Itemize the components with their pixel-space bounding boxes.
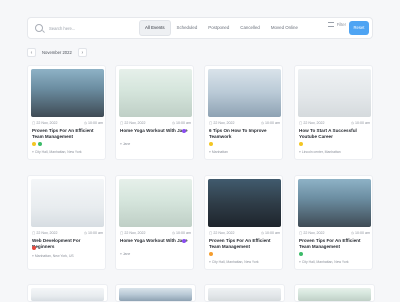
event-location: City Hall, Manhattan, New York	[299, 260, 349, 264]
event-date: 22 Nov, 2022	[120, 121, 145, 125]
tab-moved-online[interactable]: Moved Online	[266, 21, 303, 35]
event-image	[119, 179, 192, 227]
event-title: Proven Tips For An Efficient Team Manage…	[299, 238, 361, 249]
event-card[interactable]	[204, 284, 285, 302]
event-time: 10:00 am	[351, 121, 370, 125]
event-date: 22 Nov, 2022	[120, 231, 145, 235]
event-time: 10:00 am	[261, 121, 280, 125]
event-time: 10:00 am	[172, 121, 191, 125]
event-title: Proven Tips For An Efficient Team Manage…	[209, 238, 271, 249]
event-tags	[299, 252, 305, 256]
event-location: City Hall, Manhattan, New York	[32, 150, 82, 154]
event-location: Jane	[120, 142, 130, 146]
date-navigation: ‹ November 2022 ›	[27, 47, 87, 57]
event-tags	[209, 142, 215, 146]
event-card[interactable]: 22 Nov, 2022 10:00 am 6 Tips On How To I…	[204, 65, 283, 160]
tag-dot	[299, 142, 303, 146]
event-title: Home Yoga Workout With Jane	[120, 238, 188, 243]
event-meta: 22 Nov, 2022 10:00 am	[32, 121, 103, 125]
event-card[interactable]: 22 Nov, 2022 10:00 am Proven Tips For An…	[27, 65, 106, 160]
tab-cancelled[interactable]: Cancelled	[235, 21, 265, 35]
filter-button[interactable]: Filter	[327, 22, 346, 27]
next-month-button[interactable]: ›	[77, 47, 87, 57]
event-card[interactable]	[294, 284, 375, 302]
search-input[interactable]: Search here...	[49, 26, 75, 31]
tab-postponed[interactable]: Postponed	[203, 21, 234, 35]
event-meta: 22 Nov, 2022 10:00 am	[299, 121, 370, 125]
event-meta: 22 Nov, 2022 10:00 am	[209, 231, 280, 235]
event-card[interactable]	[27, 284, 108, 302]
event-meta: 22 Nov, 2022 10:00 am	[120, 231, 191, 235]
event-time: 10:00 am	[261, 231, 280, 235]
event-location: Jane	[120, 252, 130, 256]
tab-all-events[interactable]: All Events	[139, 20, 171, 36]
event-location: Manhattan	[209, 150, 228, 154]
event-image	[298, 179, 371, 227]
event-location: City Hall, Manhattan, New York	[209, 260, 259, 264]
event-date: 22 Nov, 2022	[209, 231, 234, 235]
event-tags	[209, 252, 215, 256]
tag-dot	[32, 142, 36, 146]
event-time: 10:00 am	[172, 231, 191, 235]
event-title: How To Start A Successful Youtube Career	[299, 128, 357, 139]
event-tags	[32, 142, 44, 146]
event-date: 22 Nov, 2022	[299, 121, 324, 125]
event-date: 22 Nov, 2022	[299, 231, 324, 235]
event-card[interactable]: 22 Nov, 2022 10:00 am How To Start A Suc…	[294, 65, 373, 160]
tag-dot	[209, 252, 213, 256]
search-box[interactable]: Search here...	[28, 24, 125, 32]
event-tags	[299, 142, 305, 146]
event-title: 6 Tips On How To Improve Teamwork	[209, 128, 267, 139]
event-time: 10:00 am	[84, 231, 103, 235]
event-tags	[182, 239, 188, 243]
tab-scheduled[interactable]: Scheduled	[172, 21, 203, 35]
event-title: Home Yoga Workout With Jane	[120, 128, 188, 133]
event-card[interactable]: 22 Nov, 2022 10:00 am Home Yoga Workout …	[115, 65, 194, 160]
event-card[interactable]	[115, 284, 196, 302]
event-meta: 22 Nov, 2022 10:00 am	[299, 231, 370, 235]
event-card[interactable]: 22 Nov, 2022 10:00 am Proven Tips For An…	[204, 175, 283, 270]
tag-dot	[182, 129, 186, 133]
event-meta: 22 Nov, 2022 10:00 am	[209, 121, 280, 125]
event-tags	[182, 129, 188, 133]
tag-dot	[38, 142, 42, 146]
event-tags	[32, 246, 38, 250]
toolbar: Search here... All Events Scheduled Post…	[27, 17, 373, 39]
prev-month-button[interactable]: ‹	[27, 47, 36, 57]
tag-dot	[299, 252, 303, 256]
filter-icon	[327, 22, 334, 27]
event-date: 22 Nov, 2022	[32, 231, 57, 235]
event-meta: 22 Nov, 2022 10:00 am	[120, 121, 191, 125]
event-date: 22 Nov, 2022	[32, 121, 57, 125]
event-image	[119, 69, 192, 117]
event-meta: 22 Nov, 2022 10:00 am	[32, 231, 103, 235]
reset-button[interactable]: Reset	[349, 21, 369, 35]
event-title: Web Development For Beginners	[32, 238, 81, 249]
event-image	[119, 288, 192, 301]
event-location: Manhattan, New York, US	[32, 254, 74, 258]
event-image	[208, 179, 281, 227]
event-image	[208, 288, 281, 301]
event-card[interactable]: 22 Nov, 2022 10:00 am Web Development Fo…	[27, 175, 106, 270]
event-card[interactable]: 22 Nov, 2022 10:00 am Home Yoga Workout …	[115, 175, 194, 270]
tag-dot	[209, 142, 213, 146]
event-time: 10:00 am	[84, 121, 103, 125]
current-month: November 2022	[42, 49, 72, 55]
event-filter-tabs: All Events Scheduled Postponed Cancelled…	[139, 20, 304, 36]
event-card[interactable]: 22 Nov, 2022 10:00 am Proven Tips For An…	[294, 175, 373, 270]
filter-label: Filter	[336, 22, 346, 27]
event-image	[31, 69, 104, 117]
event-time: 10:00 am	[351, 231, 370, 235]
event-image	[298, 288, 371, 301]
event-date: 22 Nov, 2022	[209, 121, 234, 125]
event-image	[31, 179, 104, 227]
event-title: Proven Tips For An Efficient Team Manage…	[32, 128, 94, 139]
event-image	[208, 69, 281, 117]
event-location: Lincoln center, Manhattan	[299, 150, 341, 154]
event-image	[298, 69, 371, 117]
tag-dot	[32, 246, 36, 250]
event-image	[31, 288, 104, 301]
tag-dot	[182, 239, 186, 243]
search-icon	[35, 24, 43, 32]
